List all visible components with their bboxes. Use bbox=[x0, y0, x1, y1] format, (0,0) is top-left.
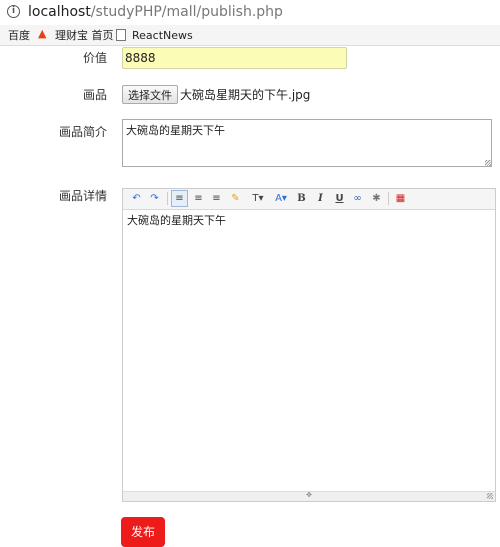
unlink-icon[interactable]: ✱ bbox=[369, 191, 384, 206]
underline-icon[interactable]: U bbox=[332, 191, 347, 206]
bookmarks-bar: 百度 理财宝 首页 ReactNews bbox=[0, 25, 500, 46]
url-host: localhost bbox=[28, 4, 91, 20]
align-left-icon[interactable]: ≡ bbox=[171, 190, 188, 207]
value-input[interactable] bbox=[122, 47, 347, 69]
address-bar[interactable]: i localhost/studyPHP/mall/publish.php bbox=[0, 0, 500, 25]
url-text[interactable]: localhost/studyPHP/mall/publish.php bbox=[28, 3, 283, 21]
document-icon bbox=[116, 29, 126, 41]
bookmark-baidu[interactable]: 百度 bbox=[8, 29, 30, 43]
choose-file-button[interactable]: 选择文件 bbox=[122, 85, 178, 104]
bookmark-reactnews[interactable]: ReactNews bbox=[132, 29, 193, 43]
bold-icon[interactable]: B bbox=[294, 191, 309, 206]
fullscreen-icon[interactable]: ▦ bbox=[393, 191, 408, 206]
info-icon[interactable]: i bbox=[7, 5, 20, 18]
brief-textarea[interactable]: 大碗岛的星期天下午 bbox=[122, 119, 492, 167]
editor-resize-grip[interactable] bbox=[487, 493, 493, 499]
toolbar-divider bbox=[388, 192, 389, 205]
rich-text-editor[interactable]: ↶ ↷ ≡ ≡ ≡ ✎ T▾ A▾ B I U ∞ ✱ ▦ 大碗岛的星期天下午 … bbox=[122, 188, 496, 502]
toolbar-divider bbox=[167, 192, 168, 205]
painting-label: 画品 bbox=[82, 88, 107, 102]
textarea-resize-grip[interactable] bbox=[485, 160, 491, 166]
selected-file-name: 大碗岛星期天的下午.jpg bbox=[180, 88, 311, 102]
editor-toolbar: ↶ ↷ ≡ ≡ ≡ ✎ T▾ A▾ B I U ∞ ✱ ▦ bbox=[123, 189, 495, 210]
font-color-icon[interactable]: A▾ bbox=[272, 191, 290, 206]
highlight-icon[interactable]: ✎ bbox=[228, 191, 243, 206]
publish-button[interactable]: 发布 bbox=[121, 517, 165, 547]
brief-label: 画品简介 bbox=[58, 125, 107, 139]
align-right-icon[interactable]: ≡ bbox=[209, 191, 224, 206]
editor-content[interactable]: 大碗岛的星期天下午 bbox=[127, 214, 226, 228]
redo-icon[interactable]: ↷ bbox=[147, 191, 162, 206]
value-label: 价值 bbox=[82, 51, 107, 65]
flame-icon: ▲ bbox=[38, 27, 47, 40]
link-icon[interactable]: ∞ bbox=[350, 191, 365, 206]
align-center-icon[interactable]: ≡ bbox=[191, 191, 206, 206]
font-size-icon[interactable]: T▾ bbox=[248, 191, 268, 206]
detail-label: 画品详情 bbox=[58, 189, 107, 203]
bookmark-licaibao[interactable]: 理财宝 首页 bbox=[55, 29, 114, 43]
italic-icon[interactable]: I bbox=[313, 191, 328, 206]
url-path: /studyPHP/mall/publish.php bbox=[90, 4, 283, 20]
editor-drag-handle[interactable]: ✥ bbox=[304, 491, 314, 499]
undo-icon[interactable]: ↶ bbox=[129, 191, 144, 206]
